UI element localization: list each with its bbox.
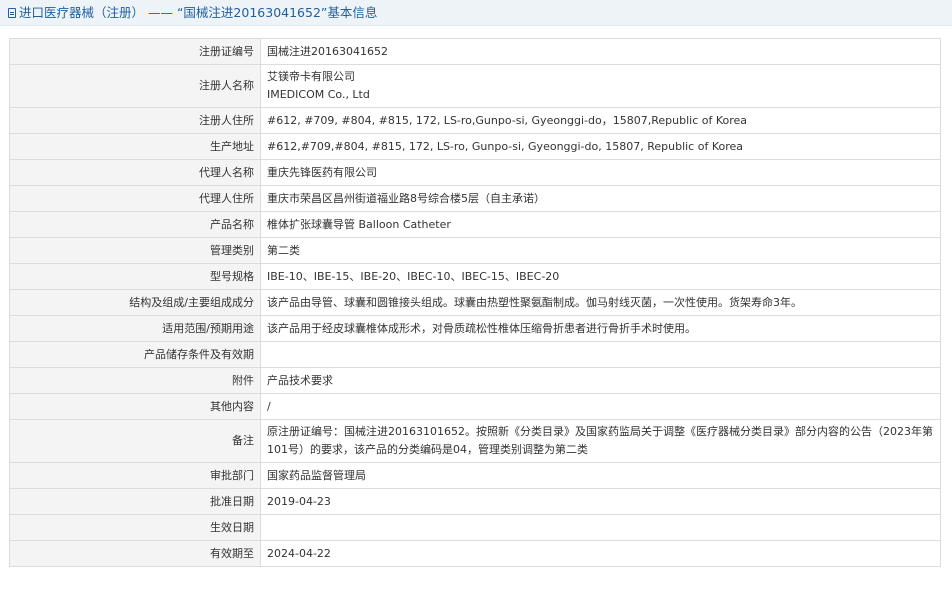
row-label: 生产地址: [9, 133, 261, 160]
page-title: 进口医疗器械（注册） —— “国械注进20163041652”基本信息: [19, 5, 378, 20]
table-row: 代理人住所 重庆市荣昌区昌州街道福业路8号综合楼5层（自主承诺）: [9, 185, 941, 212]
info-table: 注册证编号 国械注进20163041652 注册人名称 艾镁帝卡有限公司 IME…: [9, 38, 941, 567]
table-row: 产品名称 椎体扩张球囊导管 Balloon Catheter: [9, 211, 941, 238]
table-row: 生产地址 #612,#709,#804, #815, 172, LS-ro, G…: [9, 133, 941, 160]
row-value: IBE-10、IBE-15、IBE-20、IBEC-10、IBEC-15、IBE…: [260, 263, 941, 290]
row-value: 第二类: [260, 237, 941, 264]
row-label: 其他内容: [9, 393, 261, 420]
table-row: 备注 原注册证编号：国械注进20163101652。按照新《分类目录》及国家药监…: [9, 419, 941, 463]
row-value: 国家药品监督管理局: [260, 462, 941, 489]
row-value: 该产品由导管、球囊和圆锥接头组成。球囊由热塑性聚氨酯制成。伽马射线灭菌，一次性使…: [260, 289, 941, 316]
row-value: [260, 514, 941, 541]
row-value: 产品技术要求: [260, 367, 941, 394]
registrant-name-cn: 艾镁帝卡有限公司: [267, 70, 355, 83]
row-value: 该产品用于经皮球囊椎体成形术，对骨质疏松性椎体压缩骨折患者进行骨折手术时使用。: [260, 315, 941, 342]
registrant-name-en: IMEDICOM Co., Ltd: [267, 88, 370, 101]
table-row: 型号规格 IBE-10、IBE-15、IBE-20、IBEC-10、IBEC-1…: [9, 263, 941, 290]
row-value: 重庆先锋医药有限公司: [260, 159, 941, 186]
row-label: 适用范围/预期用途: [9, 315, 261, 342]
row-value: 艾镁帝卡有限公司 IMEDICOM Co., Ltd: [260, 64, 941, 108]
row-value: 原注册证编号：国械注进20163101652。按照新《分类目录》及国家药监局关于…: [260, 419, 941, 463]
table-row: 其他内容 /: [9, 393, 941, 420]
table-row: 生效日期: [9, 514, 941, 541]
row-label: 产品储存条件及有效期: [9, 341, 261, 368]
row-label: 审批部门: [9, 462, 261, 489]
table-row: 管理类别 第二类: [9, 237, 941, 264]
table-row: 注册人住所 #612, #709, #804, #815, 172, LS-ro…: [9, 107, 941, 134]
row-label: 产品名称: [9, 211, 261, 238]
table-row: 批准日期 2019-04-23: [9, 488, 941, 515]
table-row: 有效期至 2024-04-22: [9, 540, 941, 567]
row-value: #612, #709, #804, #815, 172, LS-ro,Gunpo…: [260, 107, 941, 134]
row-label: 注册人名称: [9, 64, 261, 108]
row-value: 椎体扩张球囊导管 Balloon Catheter: [260, 211, 941, 238]
page-title-bar: 进口医疗器械（注册） —— “国械注进20163041652”基本信息: [0, 0, 952, 26]
row-value: [260, 341, 941, 368]
table-row: 产品储存条件及有效期: [9, 341, 941, 368]
row-value: #612,#709,#804, #815, 172, LS-ro, Gunpo-…: [260, 133, 941, 160]
row-value: 重庆市荣昌区昌州街道福业路8号综合楼5层（自主承诺）: [260, 185, 941, 212]
table-row: 注册人名称 艾镁帝卡有限公司 IMEDICOM Co., Ltd: [9, 64, 941, 108]
row-label: 生效日期: [9, 514, 261, 541]
row-label: 代理人住所: [9, 185, 261, 212]
row-value: /: [260, 393, 941, 420]
table-row: 适用范围/预期用途 该产品用于经皮球囊椎体成形术，对骨质疏松性椎体压缩骨折患者进…: [9, 315, 941, 342]
row-value: 2024-04-22: [260, 540, 941, 567]
table-row: 附件 产品技术要求: [9, 367, 941, 394]
row-label: 代理人名称: [9, 159, 261, 186]
row-value: 2019-04-23: [260, 488, 941, 515]
row-label: 注册人住所: [9, 107, 261, 134]
document-icon: [8, 8, 16, 18]
table-row: 审批部门 国家药品监督管理局: [9, 462, 941, 489]
row-label: 结构及组成/主要组成成分: [9, 289, 261, 316]
table-row: 结构及组成/主要组成成分 该产品由导管、球囊和圆锥接头组成。球囊由热塑性聚氨酯制…: [9, 289, 941, 316]
row-label: 型号规格: [9, 263, 261, 290]
table-row: 注册证编号 国械注进20163041652: [9, 38, 941, 65]
row-label: 有效期至: [9, 540, 261, 567]
row-label: 管理类别: [9, 237, 261, 264]
row-label: 注册证编号: [9, 38, 261, 65]
row-value: 国械注进20163041652: [260, 38, 941, 65]
row-label: 附件: [9, 367, 261, 394]
row-label: 批准日期: [9, 488, 261, 515]
row-label: 备注: [9, 419, 261, 463]
table-row: 代理人名称 重庆先锋医药有限公司: [9, 159, 941, 186]
